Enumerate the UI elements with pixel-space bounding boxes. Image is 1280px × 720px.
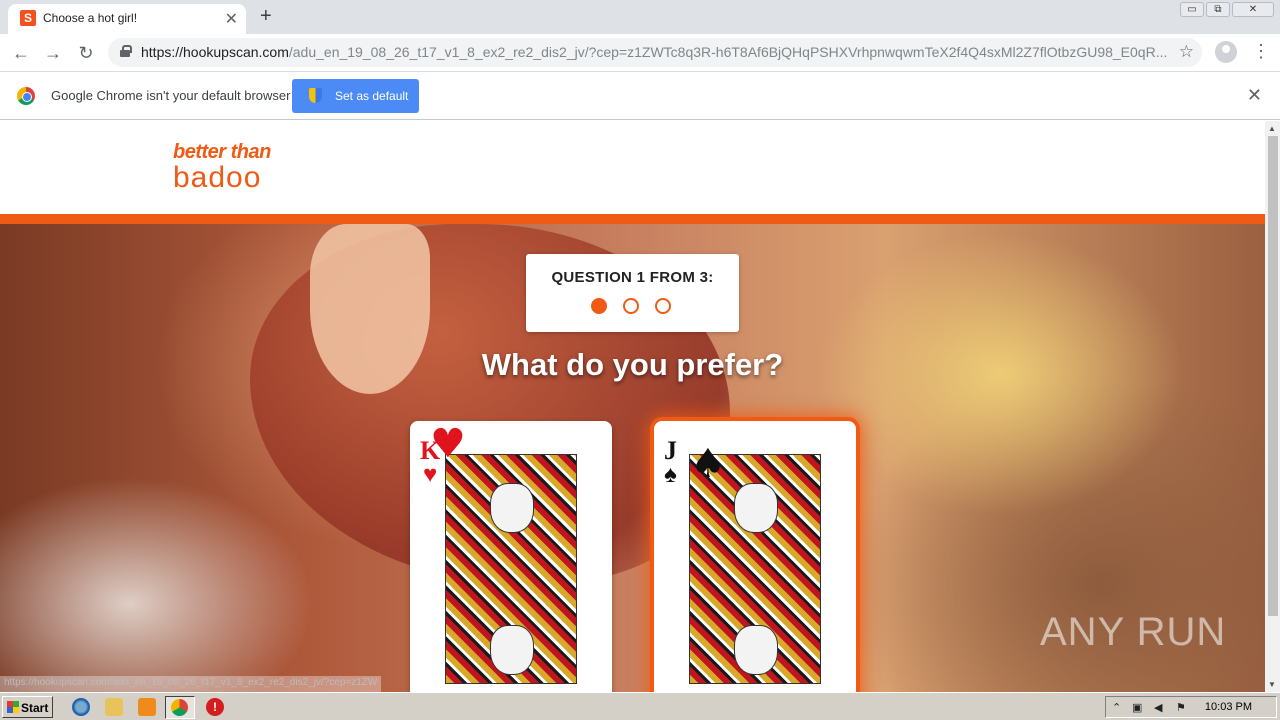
scroll-thumb[interactable] <box>1268 136 1278 616</box>
progress-dot-1 <box>591 298 607 314</box>
scroll-down-icon[interactable]: ▼ <box>1268 680 1276 689</box>
king-face-top <box>490 483 534 533</box>
progress-dots <box>591 298 671 314</box>
forward-icon[interactable]: → <box>41 41 65 65</box>
card-corner: J ♠ <box>664 436 677 488</box>
url-text[interactable]: https://hookupscan.com/adu_en_19_08_26_t… <box>141 44 1171 60</box>
logo-brand[interactable]: badoo <box>173 161 261 195</box>
status-bar-url: https://hookupscan.com/adu_en_19_08_26_t… <box>0 676 382 692</box>
card-option-jack[interactable]: J ♠ ♠ <box>654 421 856 692</box>
king-card-art <box>445 454 577 684</box>
network-icon[interactable]: ▣ <box>1132 701 1142 714</box>
stop-icon[interactable]: ! <box>206 698 224 716</box>
jack-card-art <box>689 454 821 684</box>
tray-expand-icon[interactable]: ⌃ <box>1112 701 1121 714</box>
clock[interactable]: 10:03 PM <box>1205 701 1252 713</box>
profile-icon[interactable] <box>1215 41 1237 63</box>
start-button[interactable]: Start <box>2 696 53 718</box>
browser-tab[interactable]: S Choose a hot girl! ✕ <box>8 4 246 34</box>
progress-dot-3 <box>655 298 671 314</box>
volume-icon[interactable]: ◀ <box>1154 701 1162 714</box>
minimize-button[interactable]: ▭ <box>1180 2 1204 17</box>
anyrun-watermark: ANY RUN <box>1040 610 1226 655</box>
infobar-message: Google Chrome isn't your default browser <box>51 88 291 103</box>
question-label: QUESTION 1 FROM 3: <box>551 269 714 286</box>
tab-close-icon[interactable]: ✕ <box>225 9 238 29</box>
question-prompt: What do you prefer? <box>481 347 784 382</box>
watermark-text: ANY RUN <box>1040 610 1227 654</box>
new-tab-button[interactable]: + <box>260 5 272 28</box>
restore-button[interactable]: ⧉ <box>1206 2 1230 17</box>
spades-suit-icon: ♠ <box>690 441 726 487</box>
question-progress-box: QUESTION 1 FROM 3: <box>526 254 739 332</box>
card-option-king[interactable]: K ♥ ♥ <box>410 421 612 692</box>
window-controls: ▭ ⧉ ✕ <box>1180 2 1274 17</box>
tab-strip: S Choose a hot girl! ✕ + ▭ ⧉ ✕ <box>0 0 1280 34</box>
url-host: https://hookupscan.com <box>141 44 289 60</box>
star-icon[interactable]: ☆ <box>1179 42 1194 62</box>
folder-icon[interactable] <box>105 698 123 716</box>
jack-face-top <box>734 483 778 533</box>
set-as-default-label: Set as default <box>335 89 409 103</box>
reload-icon[interactable]: ↻ <box>74 41 98 65</box>
progress-dot-2 <box>623 298 639 314</box>
jack-face-bottom <box>734 625 778 675</box>
scroll-up-icon[interactable]: ▲ <box>1268 124 1276 133</box>
shield-icon <box>309 88 322 103</box>
close-window-button[interactable]: ✕ <box>1232 2 1274 17</box>
tab-title: Choose a hot girl! <box>43 11 138 25</box>
system-tray: ⌃ ▣ ◀ ⚑ 10:03 PM <box>1105 696 1277 718</box>
vertical-scrollbar[interactable]: ▲ ▼ <box>1265 121 1280 692</box>
site-header: better than badoo <box>0 121 1265 214</box>
address-bar[interactable]: https://hookupscan.com/adu_en_19_08_26_t… <box>108 38 1202 67</box>
set-as-default-button[interactable]: Set as default <box>292 79 419 113</box>
page-viewport: better than badoo QUESTION 1 FROM 3: Wha… <box>0 121 1265 692</box>
lock-icon[interactable] <box>120 45 132 57</box>
chrome-icon <box>17 87 35 105</box>
default-browser-infobar: Google Chrome isn't your default browser… <box>0 71 1280 120</box>
hearts-suit-icon: ♥ <box>430 421 466 467</box>
header-divider <box>0 214 1265 224</box>
media-player-icon[interactable] <box>138 698 156 716</box>
back-icon[interactable]: ← <box>9 41 33 65</box>
browser-toolbar: ← → ↻ https://hookupscan.com/adu_en_19_0… <box>0 34 1280 71</box>
card-rank: J <box>664 436 677 465</box>
infobar-close-icon[interactable]: ✕ <box>1247 85 1262 106</box>
flag-icon[interactable]: ⚑ <box>1176 701 1186 714</box>
url-path: /adu_en_19_08_26_t17_v1_8_ex2_re2_dis2_j… <box>288 44 1168 60</box>
internet-explorer-icon[interactable] <box>72 698 90 716</box>
chrome-icon <box>171 699 188 716</box>
spades-suit-icon: ♠ <box>664 462 677 488</box>
windows-logo-icon <box>7 701 19 713</box>
taskbar-chrome-button[interactable] <box>165 696 195 719</box>
menu-icon[interactable]: ⋮ <box>1252 41 1270 62</box>
king-face-bottom <box>490 625 534 675</box>
start-label: Start <box>21 701 49 715</box>
site-favicon-icon: S <box>20 10 36 26</box>
taskbar: Start ! ⌃ ▣ ◀ ⚑ 10:03 PM <box>0 692 1280 720</box>
